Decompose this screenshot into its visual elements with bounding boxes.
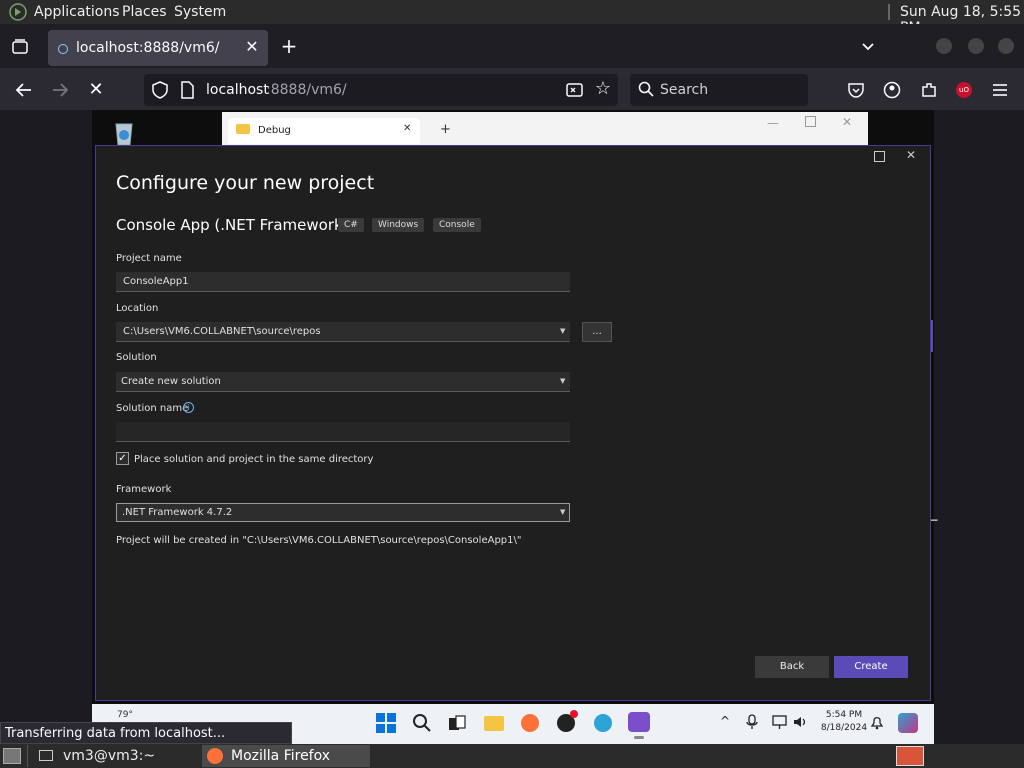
dialog-close-icon[interactable]: ✕	[906, 148, 916, 162]
show-desktop-icon[interactable]	[3, 748, 21, 764]
status-panel: Transferring data from localhost...	[0, 722, 292, 744]
solution-name-label: Solution name	[116, 403, 189, 414]
reader-view-icon[interactable]	[566, 81, 584, 99]
solution-dropdown-icon[interactable]: ▼	[560, 377, 565, 385]
firefox-taskbar-icon[interactable]	[521, 714, 539, 732]
window-close-icon[interactable]	[998, 38, 1014, 54]
task-firefox-label: Mozilla Firefox	[231, 748, 331, 764]
project-name-label: Project name	[116, 253, 182, 264]
explorer-new-tab-icon[interactable]: +	[440, 122, 451, 137]
location-dropdown-icon[interactable]: ▼	[560, 327, 565, 335]
system-menu[interactable]: System	[174, 4, 226, 20]
project-path-note: Project will be created in "C:\Users\VM6…	[116, 535, 522, 546]
tab-loading-icon	[58, 44, 68, 54]
search-icon	[638, 81, 654, 97]
copilot-icon[interactable]	[898, 713, 918, 733]
tag-platform: Windows	[372, 218, 425, 232]
task-terminal-label: vm3@vm3:~	[63, 748, 156, 764]
search-placeholder: Search	[660, 82, 709, 98]
pocket-icon[interactable]	[847, 81, 865, 99]
framework-combobox[interactable]: .NET Framework 4.7.2	[116, 503, 570, 522]
explorer-close-icon[interactable]: ✕	[842, 115, 852, 129]
edge-icon[interactable]	[594, 714, 612, 732]
window-maximize-icon[interactable]	[968, 38, 984, 54]
gnome-foot-icon[interactable]	[9, 3, 27, 21]
url-host: localhost	[206, 82, 269, 98]
location-label: Location	[116, 303, 159, 314]
places-menu[interactable]: Places	[122, 4, 167, 20]
tab-title: localhost:8888/vm6/	[76, 40, 220, 56]
solution-name-input	[116, 422, 570, 442]
top-panel: Applications Places System Sun Aug 18, 5…	[0, 0, 1024, 36]
new-tab-icon[interactable]: +	[279, 36, 299, 56]
notification-bell-icon[interactable]	[870, 714, 884, 730]
project-name-input[interactable]: ConsoleApp1	[116, 272, 570, 292]
shield-icon[interactable]	[152, 81, 168, 99]
forward-icon[interactable]	[50, 81, 70, 99]
extensions-icon[interactable]	[920, 81, 938, 99]
account-icon[interactable]	[883, 81, 901, 99]
location-combobox[interactable]: C:\Users\VM6.COLLABNET\source\repos	[116, 322, 570, 342]
folder-icon	[236, 124, 250, 134]
active-app-indicator	[634, 736, 644, 739]
task-view-icon[interactable]	[448, 714, 466, 732]
file-explorer-icon[interactable]	[484, 716, 504, 731]
explorer-tab-close-icon[interactable]: ✕	[403, 123, 411, 134]
recycle-bin-icon[interactable]	[110, 118, 138, 146]
volume-icon[interactable]	[792, 714, 808, 730]
dialog-heading: Configure your new project	[116, 172, 375, 194]
framework-label: Framework	[116, 484, 172, 495]
tag-project-type: Console	[433, 218, 481, 232]
microphone-icon[interactable]	[746, 714, 758, 730]
search-bar[interactable]	[630, 74, 808, 106]
explorer-tab[interactable]	[228, 118, 420, 144]
notification-dot	[570, 710, 578, 718]
window-minimize-icon[interactable]	[936, 38, 952, 54]
tab-overview-icon[interactable]	[11, 38, 29, 56]
weather-widget[interactable]: 79°	[117, 710, 133, 720]
firefox-icon	[207, 748, 223, 764]
dialog-maximize-icon[interactable]	[874, 151, 885, 162]
show-hidden-icons-icon[interactable]: ^	[720, 714, 730, 728]
taskbar-search-icon[interactable]	[412, 713, 432, 733]
url-path: :8888/vm6/	[266, 82, 347, 98]
create-button[interactable]: Create	[834, 656, 908, 678]
explorer-maximize-icon[interactable]	[805, 116, 816, 127]
explorer-minimize-icon[interactable]: —	[767, 116, 779, 130]
back-button[interactable]: Back	[755, 656, 829, 678]
terminal-icon	[39, 750, 53, 761]
framework-dropdown-icon[interactable]: ▼	[560, 508, 565, 516]
info-icon[interactable]: i	[183, 402, 194, 413]
ublock-icon[interactable]: uO	[956, 82, 972, 98]
same-directory-checkbox[interactable]: ✓	[116, 452, 129, 465]
browse-location-button[interactable]: ...	[582, 322, 612, 342]
taskbar-date[interactable]: 8/18/2024	[818, 723, 870, 733]
page-icon[interactable]	[180, 81, 194, 99]
panel-divider	[27, 745, 28, 767]
bookmark-star-icon[interactable]: ☆	[593, 79, 613, 99]
solution-combobox[interactable]: Create new solution	[116, 372, 570, 392]
visual-studio-icon[interactable]	[628, 712, 650, 732]
list-all-tabs-icon[interactable]	[860, 39, 876, 55]
tag-language: C#	[338, 218, 364, 232]
workspace-switcher[interactable]	[896, 746, 924, 766]
explorer-tab-title: Debug	[258, 125, 291, 136]
panel-separator	[888, 4, 890, 20]
back-icon[interactable]	[14, 81, 34, 99]
tab-close-icon[interactable]: ✕	[243, 37, 261, 57]
stop-loading-icon[interactable]: ✕	[86, 80, 106, 100]
same-directory-label: Place solution and project in the same d…	[134, 454, 374, 465]
hamburger-menu-icon[interactable]	[991, 82, 1009, 98]
windows-start-icon[interactable]	[376, 713, 396, 733]
solution-label: Solution	[116, 352, 157, 363]
network-icon[interactable]	[772, 714, 788, 730]
taskbar-time[interactable]: 5:54 PM	[822, 710, 866, 720]
template-name: Console App (.NET Framework)	[116, 216, 349, 234]
applications-menu[interactable]: Applications	[34, 4, 120, 20]
